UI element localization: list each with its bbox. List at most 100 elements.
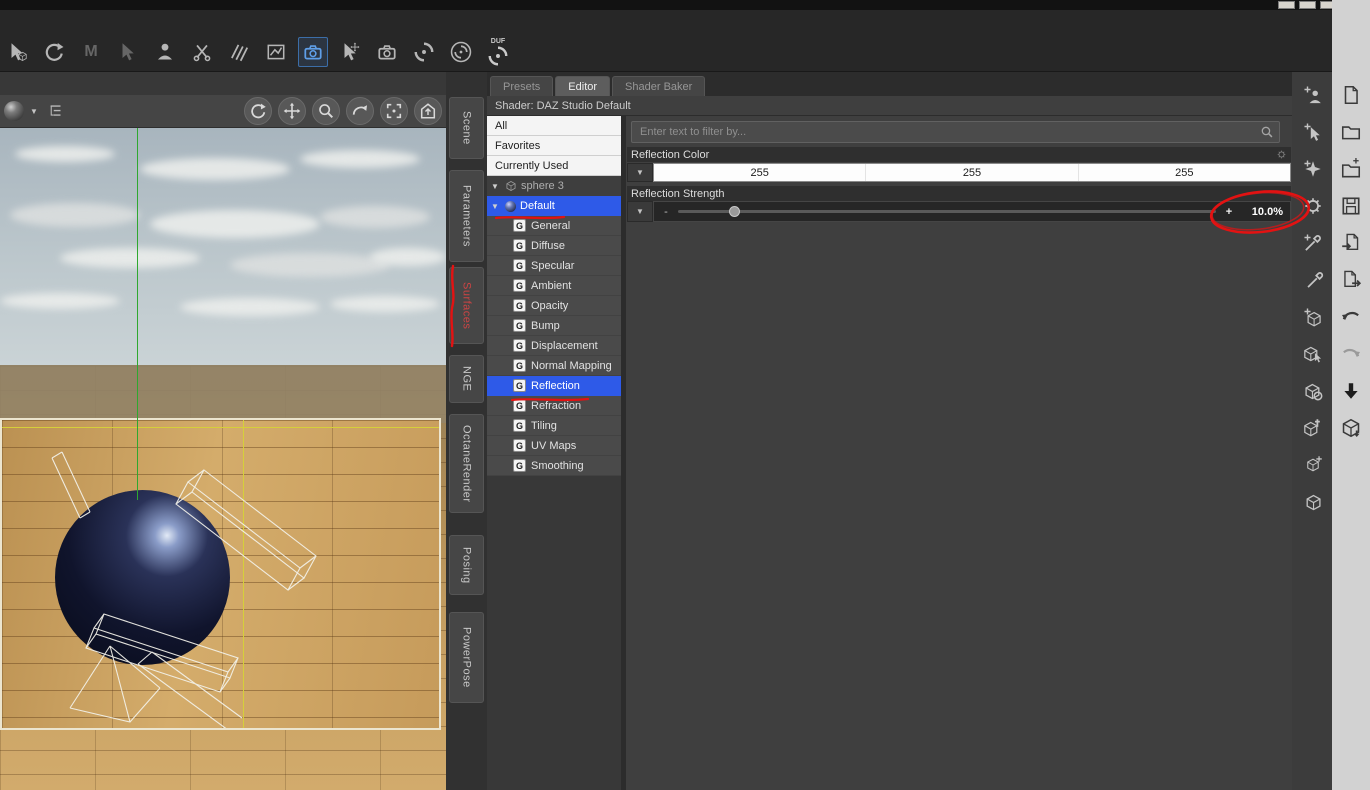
scene-view[interactable]: [0, 128, 446, 790]
tab-powerpose[interactable]: PowerPose: [449, 612, 484, 703]
cube-target-icon[interactable]: [1300, 378, 1326, 404]
render-settings-icon[interactable]: [446, 37, 476, 67]
node-selection-tool-icon[interactable]: [2, 37, 32, 67]
rotate-tool-icon[interactable]: [39, 37, 69, 67]
surface-selection-tool-icon[interactable]: [187, 37, 217, 67]
group-icon: G: [513, 459, 526, 472]
save-icon[interactable]: [1338, 193, 1364, 219]
tab-posing[interactable]: Posing: [449, 535, 484, 595]
color-blue-value[interactable]: 255: [1079, 164, 1290, 181]
group-bump[interactable]: GBump: [487, 316, 621, 336]
pointer-tool-icon[interactable]: [335, 37, 365, 67]
undo-icon[interactable]: [1338, 304, 1364, 330]
tab-editor[interactable]: Editor: [555, 76, 610, 96]
tree-node-default-material[interactable]: ▼ Default: [487, 196, 621, 216]
home-view-icon[interactable]: [414, 97, 442, 125]
section-options-icon[interactable]: [1276, 149, 1287, 160]
merge-file-icon[interactable]: [1338, 156, 1364, 182]
drawstyle-menu-icon[interactable]: [4, 101, 24, 121]
pan-icon[interactable]: [278, 97, 306, 125]
increment-button[interactable]: +: [1223, 206, 1235, 218]
expander-icon[interactable]: ▼: [491, 202, 501, 211]
maximize-button[interactable]: [1299, 1, 1316, 9]
chart-tool-icon[interactable]: [261, 37, 291, 67]
import-icon[interactable]: [1338, 230, 1364, 256]
figure-tool-icon[interactable]: [150, 37, 180, 67]
add-pointer-icon[interactable]: [1300, 119, 1326, 145]
wand-icon[interactable]: [1300, 267, 1326, 293]
group-general[interactable]: GGeneral: [487, 216, 621, 236]
add-cube-icon[interactable]: [1300, 304, 1326, 330]
reflection-color-section: Reflection Color: [627, 147, 1291, 162]
render-icon[interactable]: [409, 37, 439, 67]
group-diffuse[interactable]: GDiffuse: [487, 236, 621, 256]
viewport-options-icon[interactable]: [44, 101, 68, 121]
open-folder-icon[interactable]: [1338, 119, 1364, 145]
gear-sphere-icon[interactable]: [1300, 193, 1326, 219]
color-value-bar[interactable]: 255 255 255: [653, 163, 1291, 182]
zoom-icon[interactable]: [312, 97, 340, 125]
cube-select-icon[interactable]: [1300, 341, 1326, 367]
expander-icon[interactable]: ▼: [491, 182, 501, 191]
filter-input[interactable]: [631, 121, 1280, 143]
add-group-icon[interactable]: [1300, 82, 1326, 108]
slider-handle[interactable]: [729, 206, 740, 217]
surface-tree: All Favorites Currently Used ▼ sphere 3 …: [487, 116, 621, 790]
filter-item-currently-used[interactable]: Currently Used: [487, 156, 621, 176]
tab-octanerender[interactable]: OctaneRender: [449, 414, 484, 513]
group-uv-maps[interactable]: GUV Maps: [487, 436, 621, 456]
group-tiling[interactable]: GTiling: [487, 416, 621, 436]
group-label: Specular: [531, 260, 574, 272]
cube-arrows-icon[interactable]: [1300, 452, 1326, 478]
eyedropper-icon[interactable]: [1300, 230, 1326, 256]
tab-parameters[interactable]: Parameters: [449, 170, 484, 262]
group-smoothing[interactable]: GSmoothing: [487, 456, 621, 476]
strength-dropdown-button[interactable]: ▼: [627, 201, 653, 222]
tab-nge[interactable]: NGE: [449, 355, 484, 403]
scale-tool-icon[interactable]: M: [76, 37, 106, 67]
tab-presets[interactable]: Presets: [490, 76, 553, 96]
frame-view-icon[interactable]: [380, 97, 408, 125]
group-normal-mapping[interactable]: GNormal Mapping: [487, 356, 621, 376]
color-green-value[interactable]: 255: [866, 164, 1078, 181]
filter-item-favorites[interactable]: Favorites: [487, 136, 621, 156]
tree-node-sphere3[interactable]: ▼ sphere 3: [487, 176, 621, 196]
color-red-value[interactable]: 255: [654, 164, 866, 181]
strength-value[interactable]: 10.0%: [1243, 206, 1283, 218]
translate-tool-icon[interactable]: [113, 37, 143, 67]
burst-icon[interactable]: [1300, 156, 1326, 182]
tree-node-label: Default: [520, 200, 555, 212]
export-icon[interactable]: [1338, 267, 1364, 293]
group-displacement[interactable]: GDisplacement: [487, 336, 621, 356]
minimize-button[interactable]: [1278, 1, 1295, 9]
new-file-icon[interactable]: [1338, 82, 1364, 108]
group-label: Normal Mapping: [531, 360, 612, 372]
group-icon: G: [513, 339, 526, 352]
camera-icon[interactable]: [372, 37, 402, 67]
package-icon[interactable]: [1338, 415, 1364, 441]
group-reflection[interactable]: GReflection: [487, 376, 621, 396]
dformer-tool-icon[interactable]: [224, 37, 254, 67]
group-icon: G: [513, 419, 526, 432]
decrement-button[interactable]: -: [661, 206, 671, 218]
rotate-view-icon[interactable]: [346, 97, 374, 125]
slider-track[interactable]: [678, 210, 1216, 213]
cloud: [320, 206, 430, 228]
group-opacity[interactable]: GOpacity: [487, 296, 621, 316]
cube-pin-icon[interactable]: [1300, 415, 1326, 441]
orbit-icon[interactable]: [244, 97, 272, 125]
tab-surfaces[interactable]: Surfaces: [449, 267, 484, 344]
download-arrow-icon[interactable]: [1338, 378, 1364, 404]
filter-item-all[interactable]: All: [487, 116, 621, 136]
drawstyle-caret-icon[interactable]: ▼: [30, 107, 38, 116]
spot-render-tool-icon[interactable]: [298, 37, 328, 67]
tab-shader-baker[interactable]: Shader Baker: [612, 76, 705, 96]
group-ambient[interactable]: GAmbient: [487, 276, 621, 296]
duf-save-icon[interactable]: DUF: [483, 37, 513, 67]
redo-icon[interactable]: [1338, 341, 1364, 367]
tab-scene[interactable]: Scene: [449, 97, 484, 159]
color-dropdown-button[interactable]: ▼: [627, 163, 653, 182]
group-refraction[interactable]: GRefraction: [487, 396, 621, 416]
group-specular[interactable]: GSpecular: [487, 256, 621, 276]
cube-icon[interactable]: [1300, 489, 1326, 515]
